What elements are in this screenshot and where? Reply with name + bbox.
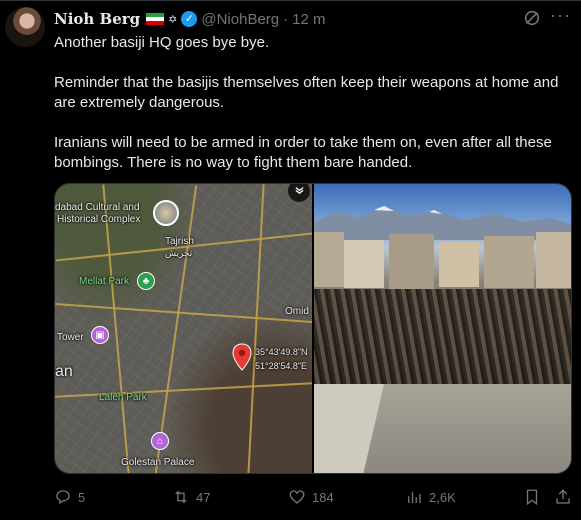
separator-dot: ·	[283, 10, 289, 28]
map-image[interactable]: dabad Cultural and Historical Complex Ta…	[55, 184, 312, 473]
repost-count: 47	[196, 489, 211, 505]
map-label: Historical Complex	[57, 214, 141, 225]
heart-icon	[289, 490, 305, 504]
like-count: 184	[312, 489, 334, 505]
verified-badge-icon[interactable]: ✓	[181, 11, 198, 27]
repost-icon	[175, 490, 187, 504]
map-label: Laleh Park	[99, 392, 147, 403]
avatar[interactable]	[5, 7, 45, 47]
location-pin-icon[interactable]	[232, 343, 252, 371]
tweet-text: Another basiji HQ goes bye bye. Reminder…	[54, 33, 569, 193]
bookmark-button[interactable]	[523, 488, 541, 506]
tweet-header: Nioh Berg ✡ ✓ @NiohBerg · 12 m	[54, 8, 569, 30]
map-coordinate: 51°28'54.8"E	[255, 361, 308, 371]
timestamp[interactable]: 12 m	[292, 11, 325, 28]
reply-button[interactable]: 5	[54, 488, 85, 506]
tweet-paragraph: Iranians will need to be armed in order …	[54, 134, 552, 171]
damage-photo[interactable]	[314, 184, 571, 473]
map-label: Tower	[57, 332, 84, 343]
iran-flag-icon	[146, 13, 165, 25]
landmark-thumbnail-icon	[153, 200, 179, 226]
mountains-graphic	[314, 206, 571, 240]
map-label: dabad Cultural and	[55, 202, 140, 213]
palace-icon[interactable]: ⌂	[151, 432, 169, 450]
park-icon[interactable]: ♣	[137, 272, 155, 290]
author-handle[interactable]: @NiohBerg	[201, 11, 279, 28]
poi-icon[interactable]: ▣	[91, 326, 109, 344]
share-button[interactable]	[554, 488, 572, 506]
grok-icon[interactable]	[523, 9, 541, 27]
map-label: Golestan Palace	[121, 457, 195, 468]
repost-button[interactable]: 47	[172, 488, 210, 506]
map-label: an	[55, 363, 73, 380]
more-icon[interactable]: ···	[550, 5, 571, 26]
reply-icon	[56, 490, 70, 505]
reply-count: 5	[78, 489, 86, 505]
tweet-actions: 5 47 184 2,6K	[54, 487, 572, 507]
tweet-paragraph: Reminder that the basijis themselves oft…	[54, 74, 559, 111]
tweet-paragraph: Another basiji HQ goes bye bye.	[54, 34, 270, 51]
views-icon	[408, 491, 421, 503]
map-label: Tajrish	[165, 236, 194, 247]
map-coordinate: 35°43'49.8"N	[255, 347, 308, 357]
map-label: Mellat Park	[79, 276, 130, 287]
image-gallery-icon[interactable]	[288, 184, 310, 202]
like-button[interactable]: 184	[288, 488, 334, 506]
author-name[interactable]: Nioh Berg	[54, 10, 140, 28]
bookmark-icon	[526, 489, 538, 506]
view-count: 2,6K	[429, 489, 456, 505]
tweet-media[interactable]: dabad Cultural and Historical Complex Ta…	[54, 183, 572, 474]
tweet[interactable]: Nioh Berg ✡ ✓ @NiohBerg · 12 m ··· Anoth…	[0, 0, 581, 520]
share-icon	[556, 489, 570, 504]
views-button[interactable]: 2,6K	[405, 488, 456, 506]
map-label: تجریش	[165, 248, 193, 258]
star-of-david-icon: ✡	[168, 13, 178, 26]
map-label: Omid	[285, 306, 309, 317]
